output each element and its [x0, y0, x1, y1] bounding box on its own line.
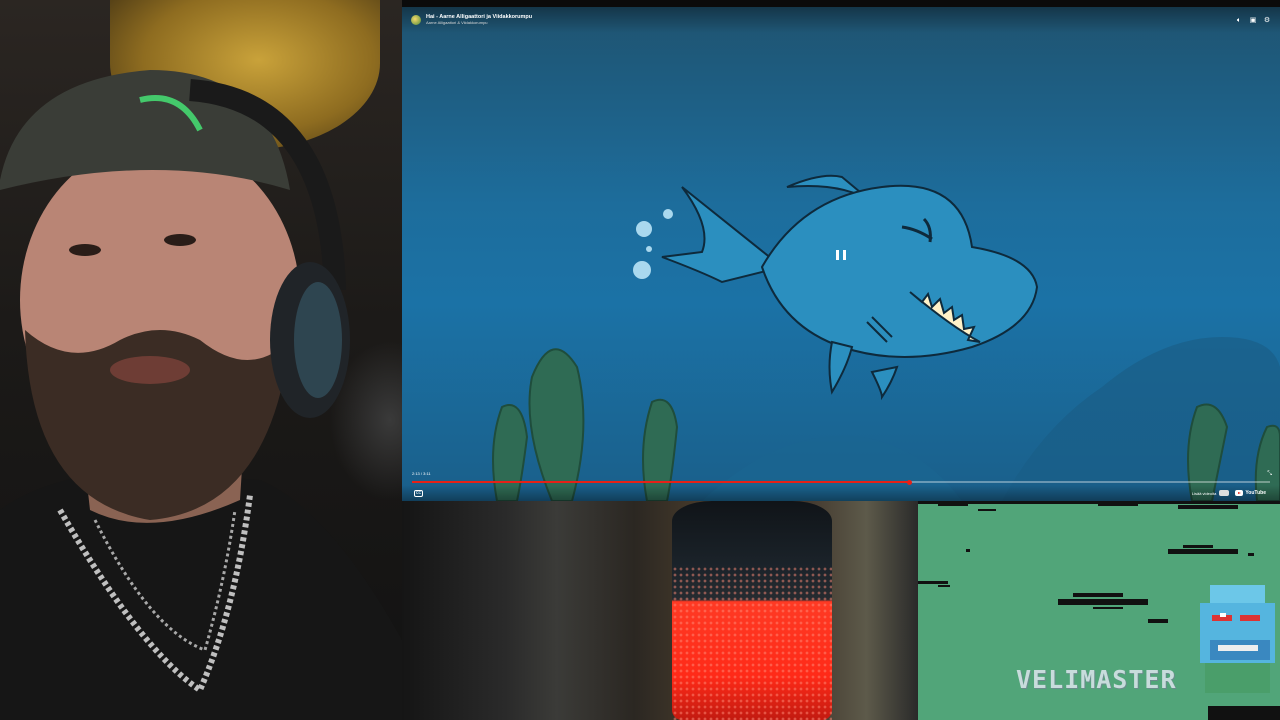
- channel-avatar[interactable]: [411, 15, 421, 25]
- youtube-logo[interactable]: YouTube: [1235, 490, 1266, 496]
- watch-on-label: Lisää videoita: [1191, 490, 1217, 496]
- expand-icon[interactable]: ⤡: [1267, 471, 1272, 478]
- bubbles: [633, 209, 673, 279]
- time-display: 2:13 / 3:11: [412, 471, 431, 476]
- video-player[interactable]: Hai - Aarne Alligaattori ja Viidakkorump…: [402, 7, 1280, 501]
- watch-more-icon: [1219, 490, 1230, 496]
- captions-icon[interactable]: cc: [414, 489, 423, 497]
- microphone-cam: [402, 501, 918, 720]
- watch-on-button[interactable]: Lisää videoita: [1191, 490, 1230, 496]
- channel-name[interactable]: Aarne Alligaattori & Viidakkorumpu: [426, 21, 532, 25]
- webcam-feed: [0, 0, 402, 720]
- settings-icon[interactable]: ⚙: [1263, 17, 1271, 24]
- scrubber-handle[interactable]: [907, 479, 913, 485]
- player-controls: cc Lisää videoita YouTube: [402, 485, 1280, 501]
- volume-icon[interactable]: 🔈︎: [1235, 17, 1243, 24]
- progress-bar[interactable]: [412, 479, 1270, 485]
- game-logo-text: VELIMASTER: [1016, 665, 1177, 694]
- progress-fill: [412, 481, 910, 483]
- fullscreen-toggle-icon[interactable]: ▣: [1249, 17, 1257, 24]
- pause-icon[interactable]: [836, 250, 846, 262]
- player-top-bar: Hai - Aarne Alligaattori ja Viidakkorump…: [402, 7, 1280, 33]
- shark: [661, 174, 1039, 401]
- microphone-grille: [672, 566, 832, 720]
- youtube-label: YouTube: [1245, 490, 1266, 496]
- game-panel: VELIMASTER: [918, 501, 1280, 720]
- youtube-play-icon: [1235, 490, 1244, 496]
- mascot-character: [1200, 585, 1275, 693]
- streamer-figure: [0, 70, 402, 720]
